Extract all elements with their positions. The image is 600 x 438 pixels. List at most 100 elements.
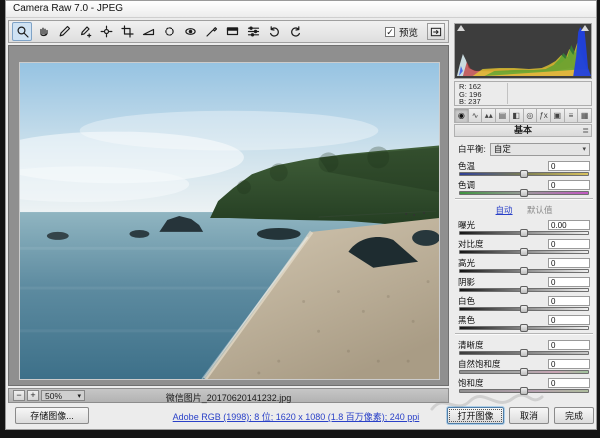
open-image-button[interactable]: 打开图像 — [447, 407, 504, 424]
tab-basic[interactable]: ◉ — [454, 108, 469, 123]
slider-label: 高光 — [458, 257, 475, 269]
slider-色温: 色温 0 — [458, 160, 590, 176]
red-eye-tool-button[interactable] — [180, 22, 200, 41]
slider-track[interactable] — [459, 250, 589, 254]
tab-split-toning-icon: ◧ — [512, 111, 520, 120]
workflow-options-link[interactable]: Adobe RGB (1998); 8 位; 1620 x 1080 (1.8 … — [146, 410, 446, 423]
slider-track[interactable] — [459, 351, 589, 355]
preview-checkbox[interactable]: ✓ — [385, 27, 395, 37]
slider-value-input[interactable]: 0 — [548, 277, 590, 287]
slider-thumb[interactable] — [520, 248, 528, 256]
slider-label: 色温 — [458, 160, 475, 172]
panel-menu-icon[interactable]: ≣ — [582, 125, 589, 136]
slider-value-input[interactable]: 0 — [548, 340, 590, 350]
slider-thumb[interactable] — [520, 189, 528, 197]
slider-value-input[interactable]: 0 — [548, 359, 590, 369]
slider-track[interactable] — [459, 326, 589, 330]
adjustments-panel: R: 162 G: 196 B: 237 ◉∿▴▴▤◧◎ƒx▣≡▦ 基本 ≣ 白… — [453, 21, 594, 404]
slider-value-input[interactable]: 0 — [548, 296, 590, 306]
adjustment-brush-tool-icon — [205, 25, 218, 38]
slider-thumb[interactable] — [520, 170, 528, 178]
tab-detail[interactable]: ▴▴ — [482, 108, 496, 123]
tab-presets[interactable]: ≡ — [565, 108, 579, 123]
tab-camera-calibration[interactable]: ▣ — [551, 108, 565, 123]
straighten-tool-button[interactable] — [138, 22, 158, 41]
image-preview-area — [8, 45, 449, 386]
slider-清晰度: 清晰度0 — [458, 339, 590, 355]
slider-value-input[interactable]: 0.00 — [548, 220, 590, 230]
rotate-left-button[interactable] — [264, 22, 284, 41]
slider-track[interactable] — [459, 172, 589, 176]
targeted-adjustment-tool-button[interactable] — [96, 22, 116, 41]
rotate-left-icon — [268, 25, 281, 38]
cancel-button[interactable]: 取消 — [509, 407, 549, 424]
highlight-clipping-icon[interactable] — [581, 25, 589, 31]
hand-tool-button[interactable] — [33, 22, 53, 41]
slider-label: 曝光 — [458, 219, 475, 231]
preview-label: 预览 — [399, 25, 418, 39]
slider-对比度: 对比度0 — [458, 238, 590, 254]
tab-snapshots[interactable]: ▦ — [578, 108, 592, 123]
preview-toggle: ✓ 预览 — [385, 23, 445, 40]
panel-tab-strip: ◉∿▴▴▤◧ ◎ƒx▣≡▦ — [454, 108, 592, 123]
save-image-button[interactable]: 存储图像... — [15, 407, 89, 424]
slider-饱和度: 饱和度0 — [458, 377, 590, 393]
divider — [455, 198, 593, 200]
tab-hsl-grayscale[interactable]: ▤ — [496, 108, 510, 123]
slider-track[interactable] — [459, 307, 589, 311]
slider-thumb[interactable] — [520, 387, 528, 395]
slider-thumb[interactable] — [520, 324, 528, 332]
slider-value-input[interactable]: 0 — [548, 378, 590, 388]
rotate-right-button[interactable] — [285, 22, 305, 41]
slider-track[interactable] — [459, 370, 589, 374]
presence-sliders: 清晰度0自然饱和度0饱和度0 — [458, 339, 590, 393]
tab-lens-corrections[interactable]: ◎ — [524, 108, 538, 123]
slider-label: 白色 — [458, 295, 475, 307]
shadow-clipping-icon[interactable] — [457, 25, 465, 31]
slider-thumb[interactable] — [520, 349, 528, 357]
red-eye-tool-icon — [184, 25, 197, 38]
tab-tone-curve[interactable]: ∿ — [469, 108, 483, 123]
white-balance-row: 白平衡: 自定 ▾ — [458, 142, 590, 156]
crop-tool-button[interactable] — [117, 22, 137, 41]
graduated-filter-tool-button[interactable] — [222, 22, 242, 41]
photo-preview[interactable] — [19, 62, 440, 380]
slider-value-input[interactable]: 0 — [548, 239, 590, 249]
slider-track[interactable] — [459, 288, 589, 292]
slider-thumb[interactable] — [520, 267, 528, 275]
slider-thumb[interactable] — [520, 229, 528, 237]
histogram-plot — [455, 24, 591, 78]
fullscreen-toggle-button[interactable] — [427, 23, 445, 40]
chevron-down-icon: ▾ — [582, 145, 586, 153]
spot-removal-tool-button[interactable] — [159, 22, 179, 41]
slider-value-input[interactable]: 0 — [548, 258, 590, 268]
color-sampler-tool-button[interactable] — [75, 22, 95, 41]
preferences-button[interactable] — [243, 22, 263, 41]
slider-track[interactable] — [459, 231, 589, 235]
slider-value-input[interactable]: 0 — [548, 161, 590, 171]
white-balance-select[interactable]: 自定 ▾ — [490, 143, 590, 156]
slider-thumb[interactable] — [520, 368, 528, 376]
done-button[interactable]: 完成 — [554, 407, 594, 424]
tab-effects[interactable]: ƒx — [537, 108, 551, 123]
default-link[interactable]: 默认值 — [527, 205, 553, 215]
slider-thumb[interactable] — [520, 286, 528, 294]
slider-黑色: 黑色0 — [458, 314, 590, 330]
divider — [455, 333, 593, 335]
slider-thumb[interactable] — [520, 305, 528, 313]
auto-link[interactable]: 自动 — [496, 205, 513, 215]
slider-track[interactable] — [459, 191, 589, 195]
section-title: 基本 — [514, 125, 532, 135]
white-balance-tool-button[interactable] — [54, 22, 74, 41]
color-sampler-tool-icon — [79, 25, 92, 38]
slider-label: 阴影 — [458, 276, 475, 288]
filename-label: 微信图片_20170620141232.jpg — [9, 391, 448, 404]
adjustment-brush-tool-button[interactable] — [201, 22, 221, 41]
slider-track[interactable] — [459, 389, 589, 393]
zoom-tool-button[interactable] — [12, 22, 32, 41]
slider-label: 自然饱和度 — [458, 358, 501, 370]
slider-value-input[interactable]: 0 — [548, 315, 590, 325]
slider-value-input[interactable]: 0 — [548, 180, 590, 190]
slider-track[interactable] — [459, 269, 589, 273]
tab-split-toning[interactable]: ◧ — [510, 108, 524, 123]
